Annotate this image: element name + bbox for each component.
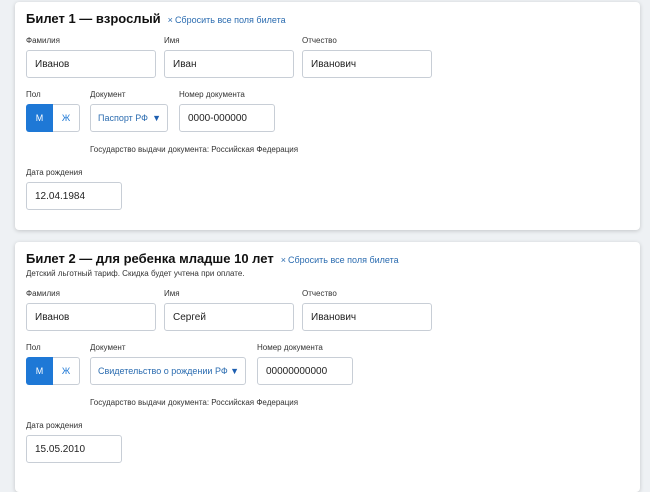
patronymic-group: Отчество Иванович: [302, 36, 432, 78]
reset-ticket-label: Сбросить все поля билета: [287, 255, 399, 265]
docnum-value: 0000-000000: [188, 112, 247, 124]
gender-toggle[interactable]: М Ж: [26, 357, 80, 385]
child-fare-note: Детский льготный тариф. Скидка будет учт…: [26, 269, 245, 278]
document-value: Паспорт РФ: [98, 113, 149, 123]
ticket-title: Билет 1 — взрослый: [26, 11, 161, 26]
gender-label: Пол: [26, 90, 41, 99]
firstname-value: Иван: [173, 58, 197, 70]
firstname-input[interactable]: Иван: [164, 50, 294, 78]
patronymic-label: Отчество: [302, 289, 337, 298]
firstname-group: Имя Сергей: [164, 289, 294, 331]
patronymic-label: Отчество: [302, 36, 337, 45]
lastname-value: Иванов: [35, 311, 70, 323]
birthdate-value: 15.05.2010: [35, 443, 86, 455]
patronymic-group: Отчество Иванович: [302, 289, 432, 331]
lastname-input[interactable]: Иванов: [26, 303, 156, 331]
ticket-card-1: Билет 1 — взрослый × Сбросить все поля би…: [15, 2, 640, 230]
close-icon: ×: [280, 255, 286, 265]
gender-male-button[interactable]: М: [26, 357, 53, 385]
patronymic-input[interactable]: Иванович: [302, 50, 432, 78]
document-label: Документ: [90, 343, 126, 352]
patronymic-input[interactable]: Иванович: [302, 303, 432, 331]
gender-male-button[interactable]: М: [26, 104, 53, 132]
ticket-title: Билет 2 — для ребенка младше 10 лет: [26, 251, 274, 266]
gender-female-button[interactable]: Ж: [53, 357, 80, 385]
patronymic-value: Иванович: [311, 58, 357, 70]
document-group: Документ Свидетельство о рождении РФ ▼: [90, 343, 246, 385]
issuer-text: Государство выдачи документа: Российская…: [90, 145, 299, 154]
lastname-label: Фамилия: [26, 36, 60, 45]
gender-group: Пол М Ж: [26, 90, 80, 132]
patronymic-value: Иванович: [311, 311, 357, 323]
birthdate-input[interactable]: 15.05.2010: [26, 435, 122, 463]
ticket-card-2: Билет 2 — для ребенка младше 10 лет × Сбр…: [15, 242, 640, 492]
document-label: Документ: [90, 90, 126, 99]
close-icon: ×: [167, 15, 173, 25]
ticket-header: Билет 2 — для ребенка младше 10 лет × Сбр…: [26, 251, 629, 266]
firstname-input[interactable]: Сергей: [164, 303, 294, 331]
birthdate-label: Дата рождения: [26, 421, 83, 430]
firstname-label: Имя: [164, 36, 180, 45]
ticket-header: Билет 1 — взрослый × Сбросить все поля би…: [26, 11, 629, 26]
birthdate-group: Дата рождения 15.05.2010: [26, 421, 621, 463]
docnum-label: Номер документа: [257, 343, 323, 352]
issuer-text: Государство выдачи документа: Российская…: [90, 398, 299, 407]
docnum-label: Номер документа: [179, 90, 245, 99]
lastname-input[interactable]: Иванов: [26, 50, 156, 78]
reset-ticket-link[interactable]: × Сбросить все поля билета: [168, 15, 286, 25]
firstname-label: Имя: [164, 289, 180, 298]
document-select[interactable]: Свидетельство о рождении РФ ▼: [90, 357, 246, 385]
birthdate-group: Дата рождения 12.04.1984: [26, 168, 621, 210]
firstname-value: Сергей: [173, 311, 206, 323]
reset-ticket-link[interactable]: × Сбросить все поля билета: [281, 255, 399, 265]
chevron-down-icon: ▼: [230, 366, 239, 376]
docnum-value: 00000000000: [266, 365, 328, 377]
lastname-label: Фамилия: [26, 289, 60, 298]
docnum-input[interactable]: 0000-000000: [179, 104, 275, 132]
gender-female-button[interactable]: Ж: [53, 104, 80, 132]
document-group: Документ Паспорт РФ ▼: [90, 90, 168, 132]
reset-ticket-label: Сбросить все поля билета: [174, 15, 286, 25]
lastname-group: Фамилия Иванов: [26, 36, 156, 78]
birthdate-label: Дата рождения: [26, 168, 83, 177]
birthdate-input[interactable]: 12.04.1984: [26, 182, 122, 210]
document-value: Свидетельство о рождении РФ: [98, 366, 228, 376]
chevron-down-icon: ▼: [152, 113, 161, 123]
docnum-group: Номер документа 0000-000000: [179, 90, 275, 132]
gender-group: Пол М Ж: [26, 343, 80, 385]
birthdate-value: 12.04.1984: [35, 190, 86, 202]
docnum-input[interactable]: 00000000000: [257, 357, 353, 385]
lastname-group: Фамилия Иванов: [26, 289, 156, 331]
firstname-group: Имя Иван: [164, 36, 294, 78]
gender-label: Пол: [26, 343, 41, 352]
docnum-group: Номер документа 00000000000: [257, 343, 353, 385]
document-select[interactable]: Паспорт РФ ▼: [90, 104, 168, 132]
gender-toggle[interactable]: М Ж: [26, 104, 80, 132]
lastname-value: Иванов: [35, 58, 70, 70]
